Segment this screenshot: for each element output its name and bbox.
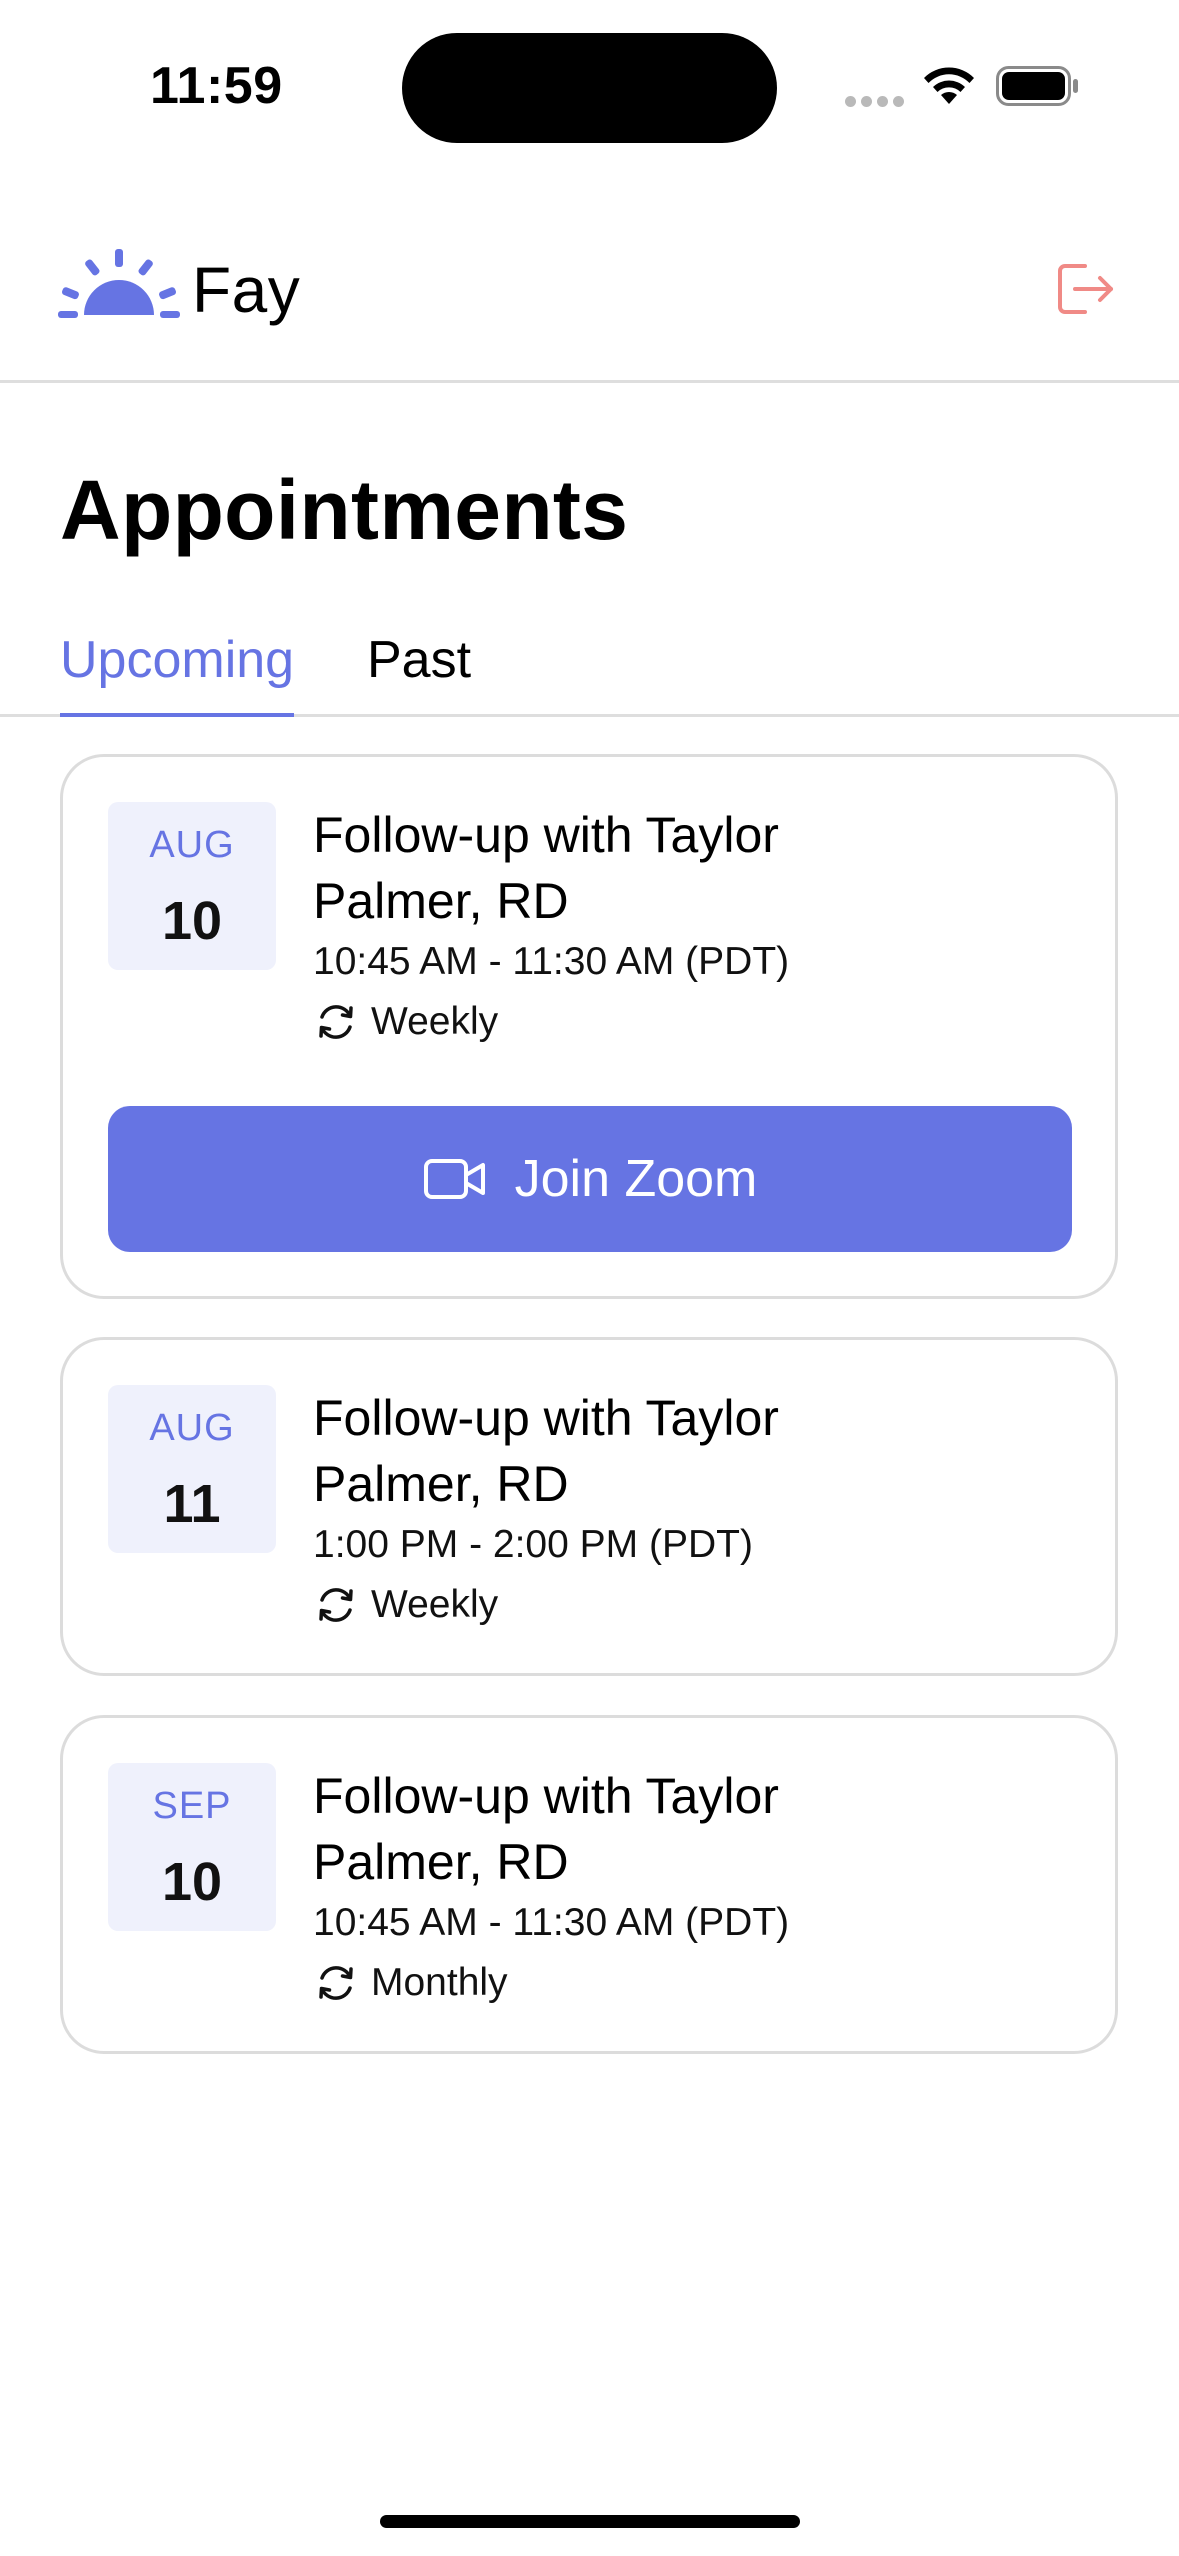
status-bar: 11:59 bbox=[0, 0, 1179, 175]
dynamic-island bbox=[402, 33, 777, 143]
appointment-title: Follow-up with Taylor Palmer, RD bbox=[313, 1768, 779, 1890]
date-day: 10 bbox=[161, 891, 223, 951]
appointment-card[interactable]: AUG 11 Follow-up with Taylor Palmer, RD … bbox=[60, 1337, 1118, 1676]
date-month: SEP bbox=[152, 1785, 232, 1827]
join-zoom-button[interactable]: Join Zoom bbox=[108, 1106, 1072, 1252]
recurrence-label: Weekly bbox=[371, 1583, 499, 1626]
sun-logo-icon bbox=[58, 249, 180, 318]
battery-icon bbox=[996, 66, 1078, 106]
app-header: Fay bbox=[0, 175, 1179, 383]
appointment-time: 10:45 AM - 11:30 AM (PDT) bbox=[313, 1901, 790, 1944]
logout-icon bbox=[1058, 264, 1113, 314]
appointment-recurrence: Weekly bbox=[313, 1582, 498, 1628]
repeat-icon bbox=[319, 1588, 353, 1622]
recurrence-label: Weekly bbox=[371, 1000, 499, 1043]
cellular-signal-icon bbox=[845, 94, 909, 112]
page-title: Appointments bbox=[60, 463, 629, 557]
date-month: AUG bbox=[149, 1407, 235, 1449]
repeat-icon bbox=[319, 1005, 353, 1039]
appointment-recurrence: Monthly bbox=[313, 1960, 508, 2006]
date-badge: AUG 10 bbox=[108, 802, 276, 970]
active-tab-indicator bbox=[60, 713, 294, 717]
date-month: AUG bbox=[149, 824, 235, 866]
video-camera-icon bbox=[423, 1159, 485, 1199]
status-time: 11:59 bbox=[150, 57, 283, 115]
tab-upcoming[interactable]: Upcoming bbox=[60, 630, 294, 714]
appointment-title: Follow-up with Taylor Palmer, RD bbox=[313, 1390, 779, 1512]
date-badge: AUG 11 bbox=[108, 1385, 276, 1553]
date-day: 10 bbox=[161, 1852, 223, 1912]
date-badge: SEP 10 bbox=[108, 1763, 276, 1931]
tab-past[interactable]: Past bbox=[367, 630, 471, 714]
join-zoom-label: Join Zoom bbox=[514, 1150, 758, 1208]
logout-button[interactable] bbox=[1055, 260, 1117, 318]
home-indicator[interactable] bbox=[380, 2515, 800, 2528]
repeat-icon bbox=[319, 1966, 353, 2000]
appointment-recurrence: Weekly bbox=[313, 999, 498, 1045]
wifi-icon bbox=[924, 67, 974, 104]
appointment-title: Follow-up with Taylor Palmer, RD bbox=[313, 807, 779, 929]
appointments-screen: 11:59 Fay Appointments Upcoming Past AUG… bbox=[0, 0, 1179, 2556]
appointment-time: 10:45 AM - 11:30 AM (PDT) bbox=[313, 940, 790, 983]
appointment-card[interactable]: SEP 10 Follow-up with Taylor Palmer, RD … bbox=[60, 1715, 1118, 2054]
app-name: Fay bbox=[192, 254, 301, 326]
recurrence-label: Monthly bbox=[371, 1961, 508, 2004]
appointment-time: 1:00 PM - 2:00 PM (PDT) bbox=[313, 1523, 753, 1566]
date-day: 11 bbox=[163, 1474, 221, 1534]
appointment-card[interactable]: AUG 10 Follow-up with Taylor Palmer, RD … bbox=[60, 754, 1118, 1299]
tab-bar: Upcoming Past bbox=[0, 620, 1179, 717]
